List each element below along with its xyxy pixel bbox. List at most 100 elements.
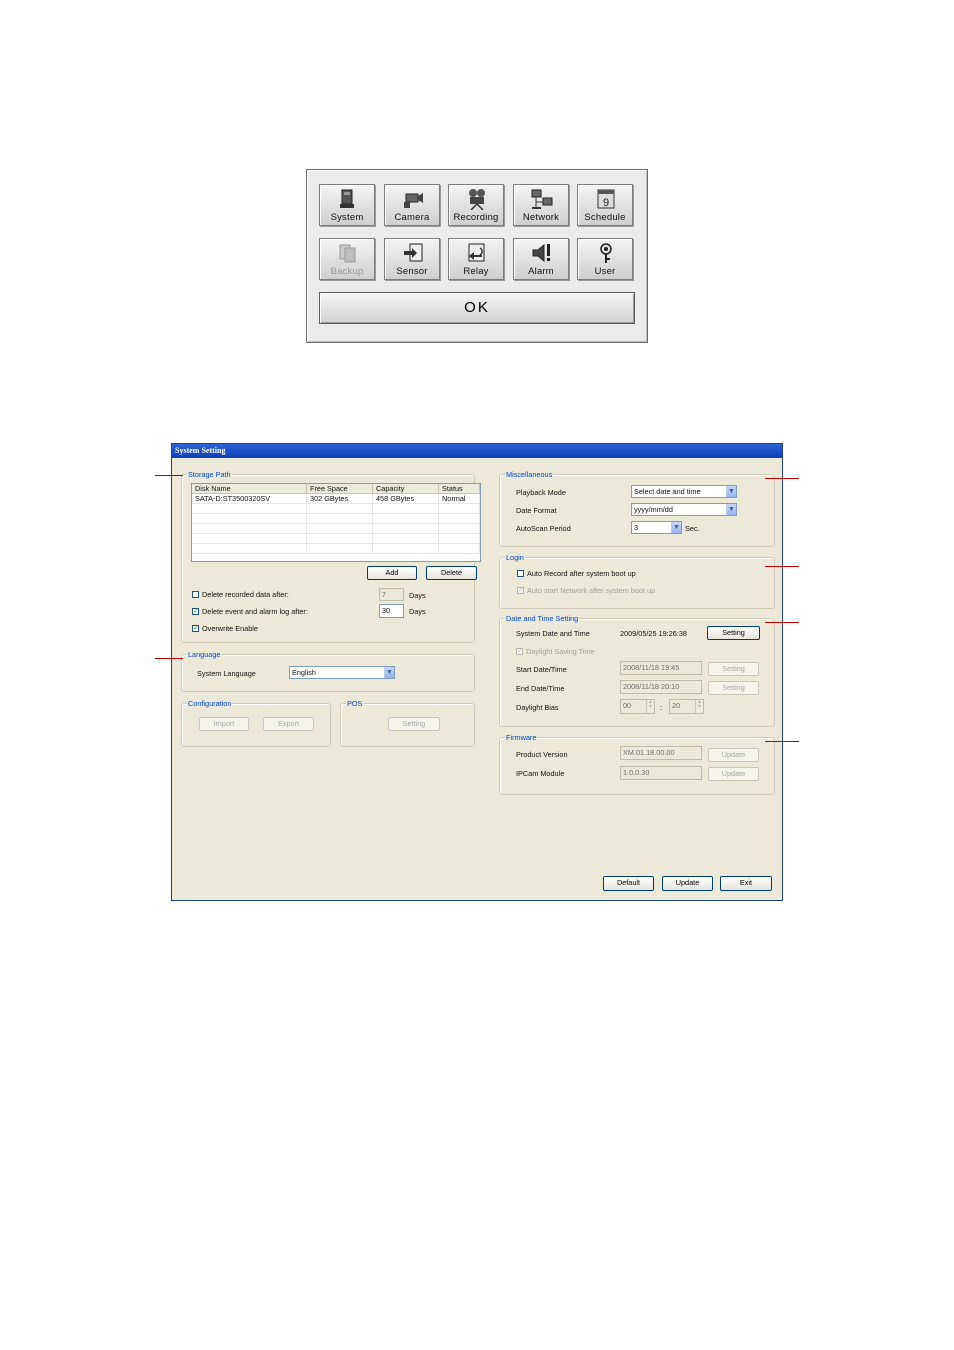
- overwrite-checkbox[interactable]: ✓: [192, 625, 199, 632]
- days-label: Days: [409, 607, 426, 616]
- spinner-arrows-icon[interactable]: ▲ ▼: [646, 700, 654, 713]
- auto-record-label: Auto Record after system boot up: [527, 569, 636, 578]
- callout-line-firmware: [765, 741, 799, 742]
- product-version-label: Product Version: [516, 750, 568, 759]
- delete-recorded-checkbox[interactable]: [192, 591, 199, 598]
- callout-line-date-time: [765, 622, 799, 623]
- import-button[interactable]: Import: [199, 717, 249, 731]
- playback-mode-select[interactable]: Select date and time ▼: [631, 485, 737, 498]
- bias-minutes-input[interactable]: 20 ▲ ▼: [669, 699, 704, 714]
- end-date-time-input[interactable]: 2008/11/18 20:10: [620, 680, 702, 694]
- days-label: Days: [409, 591, 426, 600]
- column-header-free-space[interactable]: Free Space: [306, 484, 373, 494]
- column-header-capacity[interactable]: Capacity: [372, 484, 439, 494]
- spinner-arrows-icon[interactable]: ▲ ▼: [695, 700, 703, 713]
- delete-log-label: Delete event and alarm log after:: [202, 607, 308, 616]
- user-label: User: [594, 266, 616, 277]
- alarm-label: Alarm: [528, 266, 554, 277]
- relay-label: Relay: [463, 266, 489, 277]
- backup-button[interactable]: Backup: [319, 238, 375, 280]
- chevron-down-icon[interactable]: ▼: [671, 522, 681, 533]
- recording-button[interactable]: Recording: [448, 184, 504, 226]
- system-language-label: System Language: [197, 669, 256, 678]
- auto-record-checkbox[interactable]: [517, 570, 524, 577]
- camera-label: Camera: [394, 212, 430, 223]
- user-button[interactable]: User: [577, 238, 633, 280]
- camera-button[interactable]: Camera: [384, 184, 440, 226]
- backup-icon: [339, 244, 356, 263]
- daylight-saving-checkbox[interactable]: ✓: [516, 648, 523, 655]
- start-date-time-input[interactable]: 2008/11/18 19:45: [620, 661, 702, 675]
- ipcam-update-button[interactable]: Update: [708, 767, 759, 781]
- end-date-time-label: End Date/Time: [516, 684, 565, 693]
- sensor-icon: [404, 243, 423, 262]
- schedule-label: Schedule: [584, 212, 626, 223]
- system-date-time-value: 2009/05/25 19:26:38: [620, 629, 687, 638]
- callout-line-miscellaneous: [765, 478, 799, 479]
- update-button[interactable]: Update: [662, 876, 713, 891]
- daylight-bias-label: Daylight Bias: [516, 703, 559, 712]
- network-button[interactable]: Network: [513, 184, 569, 226]
- ok-button[interactable]: OK: [319, 292, 635, 324]
- pos-setting-button[interactable]: Setting: [388, 717, 440, 731]
- date-format-select[interactable]: yyyy/mm/dd ▼: [631, 503, 737, 516]
- recording-label: Recording: [453, 212, 499, 223]
- language-title: Language: [187, 650, 222, 659]
- exit-button[interactable]: Exit: [720, 876, 772, 891]
- miscellaneous-title: Miscellaneous: [505, 470, 554, 479]
- alarm-button[interactable]: Alarm: [513, 238, 569, 280]
- start-setting-button[interactable]: Setting: [708, 662, 759, 676]
- add-button[interactable]: Add: [367, 566, 417, 580]
- start-date-time-label: Start Date/Time: [516, 665, 567, 674]
- default-button[interactable]: Default: [603, 876, 654, 891]
- system-setting-window: System Setting Storage Path Disk Name Fr…: [171, 443, 783, 901]
- playback-mode-value: Select date and time: [634, 487, 701, 496]
- auto-network-label: Auto start Network after system boot up: [527, 586, 656, 595]
- daylight-saving-label: Daylight Saving Time: [526, 647, 595, 656]
- delete-log-days-input[interactable]: 30: [379, 604, 404, 618]
- chevron-down-icon[interactable]: ▼: [384, 667, 394, 678]
- system-date-time-label: System Date and Time: [516, 629, 590, 638]
- column-header-disk-name[interactable]: Disk Name: [192, 484, 307, 494]
- chevron-down-icon[interactable]: ▼: [726, 504, 736, 515]
- schedule-icon: 9: [597, 189, 615, 209]
- table-row: [192, 543, 480, 554]
- chevron-down-icon[interactable]: ▼: [726, 486, 736, 497]
- camera-icon: [404, 193, 423, 208]
- sensor-button[interactable]: Sensor: [384, 238, 440, 280]
- delete-recorded-days-input[interactable]: 7: [379, 588, 404, 601]
- relay-button[interactable]: Relay: [448, 238, 504, 280]
- schedule-button[interactable]: 9 Schedule: [577, 184, 633, 226]
- bias-minutes-value: 20: [672, 701, 681, 710]
- export-button[interactable]: Export: [263, 717, 314, 731]
- login-group: Login: [499, 553, 775, 609]
- table-row: [192, 523, 480, 534]
- autoscan-period-value: 3: [634, 523, 639, 532]
- schedule-digit: 9: [603, 197, 609, 209]
- delete-log-checkbox[interactable]: ✓: [192, 608, 199, 615]
- pos-title: POS: [346, 699, 364, 708]
- system-label: System: [330, 212, 364, 223]
- table-row[interactable]: SATA-D:ST3500320SV 302 GBytes 458 GBytes…: [192, 493, 480, 504]
- ipcam-module-input[interactable]: 1.0.0.30: [620, 766, 702, 780]
- system-language-select[interactable]: English ▼: [289, 666, 395, 679]
- callout-line-language: [155, 658, 183, 659]
- column-header-status[interactable]: Status: [438, 484, 480, 494]
- datetime-setting-button[interactable]: Setting: [707, 626, 760, 640]
- delete-button[interactable]: Delete: [426, 566, 477, 580]
- bias-hours-input[interactable]: 00 ▲ ▼: [620, 699, 655, 714]
- configuration-title: Configuration: [187, 699, 233, 708]
- product-update-button[interactable]: Update: [708, 748, 759, 762]
- system-button[interactable]: System: [319, 184, 375, 226]
- end-setting-button[interactable]: Setting: [708, 681, 759, 695]
- product-version-input[interactable]: XM.01.18.00.00: [620, 746, 702, 760]
- autoscan-period-label: AutoScan Period: [516, 524, 571, 533]
- overwrite-label: Overwrite Enable: [202, 624, 258, 633]
- autoscan-period-select[interactable]: 3 ▼: [631, 521, 682, 534]
- table-row: [192, 533, 480, 544]
- sec-label: Sec.: [685, 524, 700, 533]
- disk-table[interactable]: Disk Name Free Space Capacity Status SAT…: [191, 483, 481, 562]
- system-icon: [340, 189, 354, 208]
- relay-icon: [468, 243, 485, 262]
- auto-network-checkbox[interactable]: ✓: [517, 587, 524, 594]
